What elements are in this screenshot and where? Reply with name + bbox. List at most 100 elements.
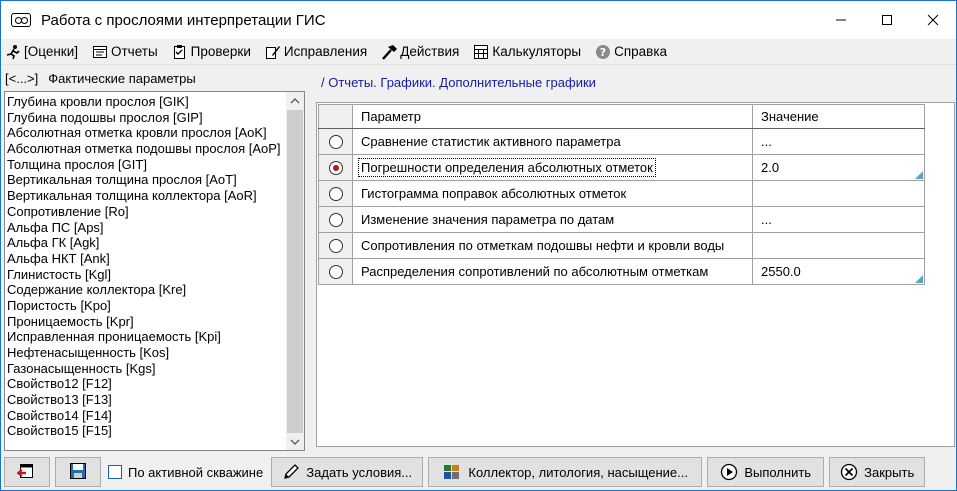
- close-dialog-button[interactable]: Закрыть: [829, 457, 926, 487]
- list-item[interactable]: Вертикальная толщина прослоя [AoT]: [7, 172, 286, 188]
- menu-actions[interactable]: Действия: [381, 44, 459, 60]
- row-select-cell[interactable]: [318, 206, 353, 233]
- list-item[interactable]: Глубина подошвы прослоя [GIP]: [7, 110, 286, 126]
- scroll-down-button[interactable]: [286, 433, 304, 450]
- list-item[interactable]: Альфа ПС [Aps]: [7, 220, 286, 236]
- running-figure-icon: [5, 44, 21, 60]
- list-item[interactable]: Свойство15 [F15]: [7, 423, 286, 439]
- row-radio[interactable]: [328, 239, 343, 254]
- row-select-cell[interactable]: [318, 180, 353, 207]
- execute-button[interactable]: Выполнить: [707, 457, 825, 487]
- collector-lithology-button[interactable]: Коллектор, литология, насыщение...: [428, 457, 703, 487]
- report-grid: Параметр Значение Сравнение статистик ак…: [318, 104, 925, 285]
- row-radio[interactable]: [328, 187, 343, 202]
- list-item[interactable]: Вертикальная толщина коллектора [AoR]: [7, 188, 286, 204]
- table-row[interactable]: Сравнение статистик активного параметра.…: [318, 128, 925, 155]
- list-item[interactable]: Альфа НКТ [Ank]: [7, 251, 286, 267]
- param-cell[interactable]: Сопротивления по отметкам подошвы нефти …: [352, 232, 753, 259]
- table-row[interactable]: Сопротивления по отметкам подошвы нефти …: [318, 232, 925, 259]
- list-item[interactable]: Исправленная проницаемость [Kpi]: [7, 329, 286, 345]
- list-item[interactable]: Свойство12 [F12]: [7, 376, 286, 392]
- parameters-listbox[interactable]: Глубина кровли прослоя [GIK] Глубина подо…: [4, 91, 305, 451]
- row-select-cell[interactable]: [318, 154, 353, 181]
- svg-text:?: ?: [600, 46, 606, 59]
- calculator-icon: [473, 44, 489, 60]
- row-radio[interactable]: [328, 161, 343, 176]
- param-cell[interactable]: Изменение значения параметра по датам: [352, 206, 753, 233]
- table-row[interactable]: Распределения сопротивлений по абсолютны…: [318, 258, 925, 285]
- param-cell[interactable]: Погрешности определения абсолютных отмет…: [352, 154, 753, 181]
- list-item[interactable]: Проницаемость [Kpr]: [7, 314, 286, 330]
- minimize-button[interactable]: [818, 1, 864, 39]
- menu-estimates[interactable]: [Оценки]: [5, 44, 78, 60]
- scroll-thumb[interactable]: [287, 110, 303, 433]
- bottom-toolbar: По активной скважине Задать условия... К…: [1, 453, 956, 491]
- param-text: Погрешности определения абсолютных отмет…: [358, 158, 656, 177]
- list-item[interactable]: Альфа ГК [Agk]: [7, 235, 286, 251]
- menu-help[interactable]: ? Справка: [595, 44, 667, 60]
- list-item[interactable]: Глинистость [Kgl]: [7, 267, 286, 283]
- report-grid-panel: Параметр Значение Сравнение статистик ак…: [316, 102, 955, 447]
- active-well-option[interactable]: По активной скважине: [108, 465, 263, 480]
- menu-checks[interactable]: Проверки: [172, 44, 251, 60]
- param-text: Сопротивления по отметкам подошвы нефти …: [361, 238, 725, 253]
- maximize-button[interactable]: [864, 1, 910, 39]
- menu-calculators[interactable]: Калькуляторы: [473, 44, 581, 60]
- row-select-cell[interactable]: [318, 258, 353, 285]
- scroll-up-button[interactable]: [286, 92, 304, 109]
- table-row[interactable]: Изменение значения параметра по датам...: [318, 206, 925, 233]
- value-cell[interactable]: 2550.0: [752, 258, 925, 285]
- list-item[interactable]: Свойство13 [F13]: [7, 392, 286, 408]
- collector-lithology-label: Коллектор, литология, насыщение...: [468, 464, 689, 480]
- chevron-down-icon: [290, 439, 300, 445]
- list-item[interactable]: Свойство14 [F14]: [7, 408, 286, 424]
- param-cell[interactable]: Гистограмма поправок абсолютных отметок: [352, 180, 753, 207]
- layers-icon: [442, 463, 462, 481]
- table-row[interactable]: Гистограмма поправок абсолютных отметок: [318, 180, 925, 207]
- menu-fixes[interactable]: Исправления: [265, 44, 367, 60]
- table-row[interactable]: Погрешности определения абсолютных отмет…: [318, 154, 925, 181]
- menu-label: [Оценки]: [24, 44, 78, 59]
- save-button[interactable]: [55, 457, 101, 487]
- edit-corner-icon: [915, 171, 923, 179]
- back-link[interactable]: [<...>]: [5, 71, 38, 86]
- play-icon: [720, 463, 738, 481]
- edit-icon: [265, 44, 281, 60]
- value-cell[interactable]: 2.0: [752, 154, 925, 181]
- list-item[interactable]: Глубина кровли прослоя [GIK]: [7, 94, 286, 110]
- vertical-scrollbar[interactable]: [286, 92, 304, 450]
- list-item[interactable]: Пористость [Kpo]: [7, 298, 286, 314]
- value-text: 2.0: [761, 160, 780, 175]
- list-item[interactable]: Газонасыщенность [Kgs]: [7, 361, 286, 377]
- list-item[interactable]: Толщина прослоя [GIT]: [7, 157, 286, 173]
- list-item[interactable]: Содержание коллектора [Kre]: [7, 282, 286, 298]
- value-cell[interactable]: ...: [752, 128, 925, 155]
- row-select-cell[interactable]: [318, 232, 353, 259]
- value-cell[interactable]: ...: [752, 206, 925, 233]
- active-well-label: По активной скважине: [128, 464, 264, 480]
- panel-splitter[interactable]: [309, 67, 313, 451]
- set-conditions-button[interactable]: Задать условия...: [271, 457, 424, 487]
- grid-header-select: [318, 104, 353, 129]
- row-radio[interactable]: [328, 213, 343, 228]
- list-item[interactable]: Нефтенасыщенность [Kos]: [7, 345, 286, 361]
- active-well-checkbox[interactable]: [108, 465, 122, 479]
- title-bar: Работа с прослоями интерпретации ГИС: [1, 1, 956, 39]
- exit-button[interactable]: [4, 457, 50, 487]
- close-dialog-label: Закрыть: [864, 464, 915, 480]
- row-radio[interactable]: [328, 135, 343, 150]
- execute-label: Выполнить: [744, 464, 812, 480]
- parameters-list: Глубина кровли прослоя [GIK] Глубина подо…: [5, 92, 286, 439]
- param-cell[interactable]: Распределения сопротивлений по абсолютны…: [352, 258, 753, 285]
- row-radio[interactable]: [328, 265, 343, 280]
- value-cell[interactable]: [752, 180, 925, 207]
- grid-header-param: Параметр: [352, 104, 753, 129]
- list-item[interactable]: Абсолютная отметка кровли прослоя [AoK]: [7, 125, 286, 141]
- value-cell[interactable]: [752, 232, 925, 259]
- list-item[interactable]: Сопротивление [Ro]: [7, 204, 286, 220]
- menu-reports[interactable]: Отчеты: [92, 44, 158, 60]
- close-button[interactable]: [910, 1, 956, 39]
- list-item[interactable]: Абсолютная отметка подошвы прослоя [AoP]: [7, 141, 286, 157]
- row-select-cell[interactable]: [318, 128, 353, 155]
- param-cell[interactable]: Сравнение статистик активного параметра: [352, 128, 753, 155]
